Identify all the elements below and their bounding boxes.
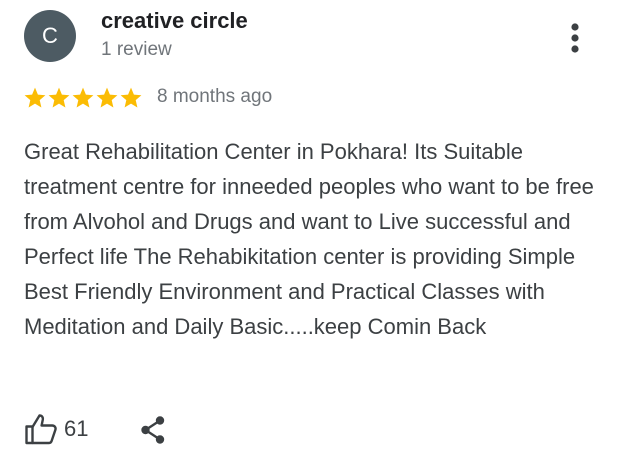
like-button[interactable]: 61: [24, 413, 88, 445]
more-options-button[interactable]: [562, 18, 588, 58]
reviewer-review-count[interactable]: 1 review: [101, 39, 172, 61]
thumbs-up-icon: [25, 414, 57, 445]
like-count: 61: [64, 416, 89, 441]
reviewer-name[interactable]: creative circle: [101, 8, 248, 34]
share-button[interactable]: [138, 414, 168, 446]
review-date: 8 months ago: [157, 86, 273, 107]
star-icon: [96, 87, 118, 108]
star-rating: [23, 86, 143, 110]
review-card: C creative circle 1 review 8 months ago …: [0, 0, 625, 448]
star-icon: [72, 87, 94, 108]
share-icon: [141, 416, 165, 444]
review-text: Great Rehabilitation Center in Pokhara! …: [24, 139, 594, 339]
more-vert-icon: [571, 23, 579, 53]
avatar[interactable]: C: [24, 10, 76, 62]
avatar-letter: C: [42, 23, 58, 48]
star-icon: [24, 87, 46, 108]
star-icon: [48, 87, 70, 108]
star-icon: [120, 87, 142, 108]
